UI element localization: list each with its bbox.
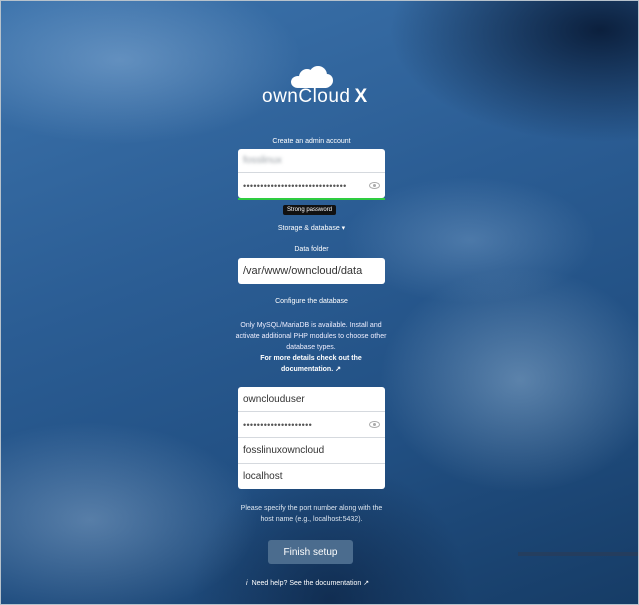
logo-wordmark: ownCloud bbox=[262, 86, 351, 107]
port-hint-line2: host name (e.g., localhost:5432). bbox=[260, 516, 363, 523]
database-name-value: fosslinuxowncloud bbox=[243, 445, 325, 456]
documentation-link[interactable]: For more details check out the documenta… bbox=[234, 353, 388, 375]
finish-setup-button[interactable]: Finish setup bbox=[268, 540, 353, 564]
database-password-value: •••••••••••••••••••• bbox=[243, 419, 313, 430]
database-info: Only MySQL/MariaDB is available. Install… bbox=[234, 320, 388, 375]
database-host-field[interactable]: localhost bbox=[238, 464, 385, 489]
show-password-icon[interactable] bbox=[369, 182, 380, 189]
database-password-field[interactable]: •••••••••••••••••••• bbox=[238, 412, 385, 438]
admin-password-value: •••••••••••••••••••••••••••••• bbox=[243, 180, 347, 191]
admin-heading: Create an admin account bbox=[272, 138, 351, 145]
admin-fields: fosslinux •••••••••••••••••••••••••••••• bbox=[238, 149, 385, 198]
corner-bar bbox=[518, 552, 639, 556]
database-heading: Configure the database bbox=[275, 298, 348, 305]
port-hint-line1: Please specify the port number along wit… bbox=[240, 505, 383, 512]
database-info-text: Only MySQL/MariaDB is available. Install… bbox=[235, 322, 387, 351]
data-folder-input[interactable]: /var/www/owncloud/data bbox=[238, 258, 385, 284]
data-folder-label: Data folder bbox=[294, 246, 329, 253]
admin-password-field[interactable]: •••••••••••••••••••••••••••••• bbox=[238, 173, 385, 198]
database-user-field[interactable]: ownclouduser bbox=[238, 387, 385, 412]
show-db-password-icon[interactable] bbox=[369, 421, 380, 428]
database-name-field[interactable]: fosslinuxowncloud bbox=[238, 438, 385, 464]
password-strength-bar bbox=[238, 198, 385, 200]
database-fields: ownclouduser •••••••••••••••••••• fossli… bbox=[238, 387, 385, 489]
password-strength-tooltip: Strong password bbox=[283, 205, 337, 215]
cloud-icon bbox=[289, 66, 333, 88]
database-user-value: ownclouduser bbox=[243, 393, 305, 405]
admin-username-field[interactable]: fosslinux bbox=[238, 149, 385, 173]
help-link[interactable]: i Need help? See the documentation ↗ bbox=[246, 579, 369, 587]
logo-edition: X bbox=[354, 86, 368, 107]
storage-database-toggle[interactable]: Storage & database ▾ bbox=[238, 224, 385, 232]
info-icon: i bbox=[246, 580, 248, 587]
owncloud-logo: ownCloud X bbox=[262, 66, 367, 108]
database-host-value: localhost bbox=[243, 471, 283, 482]
admin-username-value: fosslinux bbox=[243, 155, 282, 166]
help-text: Need help? See the documentation ↗ bbox=[251, 580, 370, 587]
